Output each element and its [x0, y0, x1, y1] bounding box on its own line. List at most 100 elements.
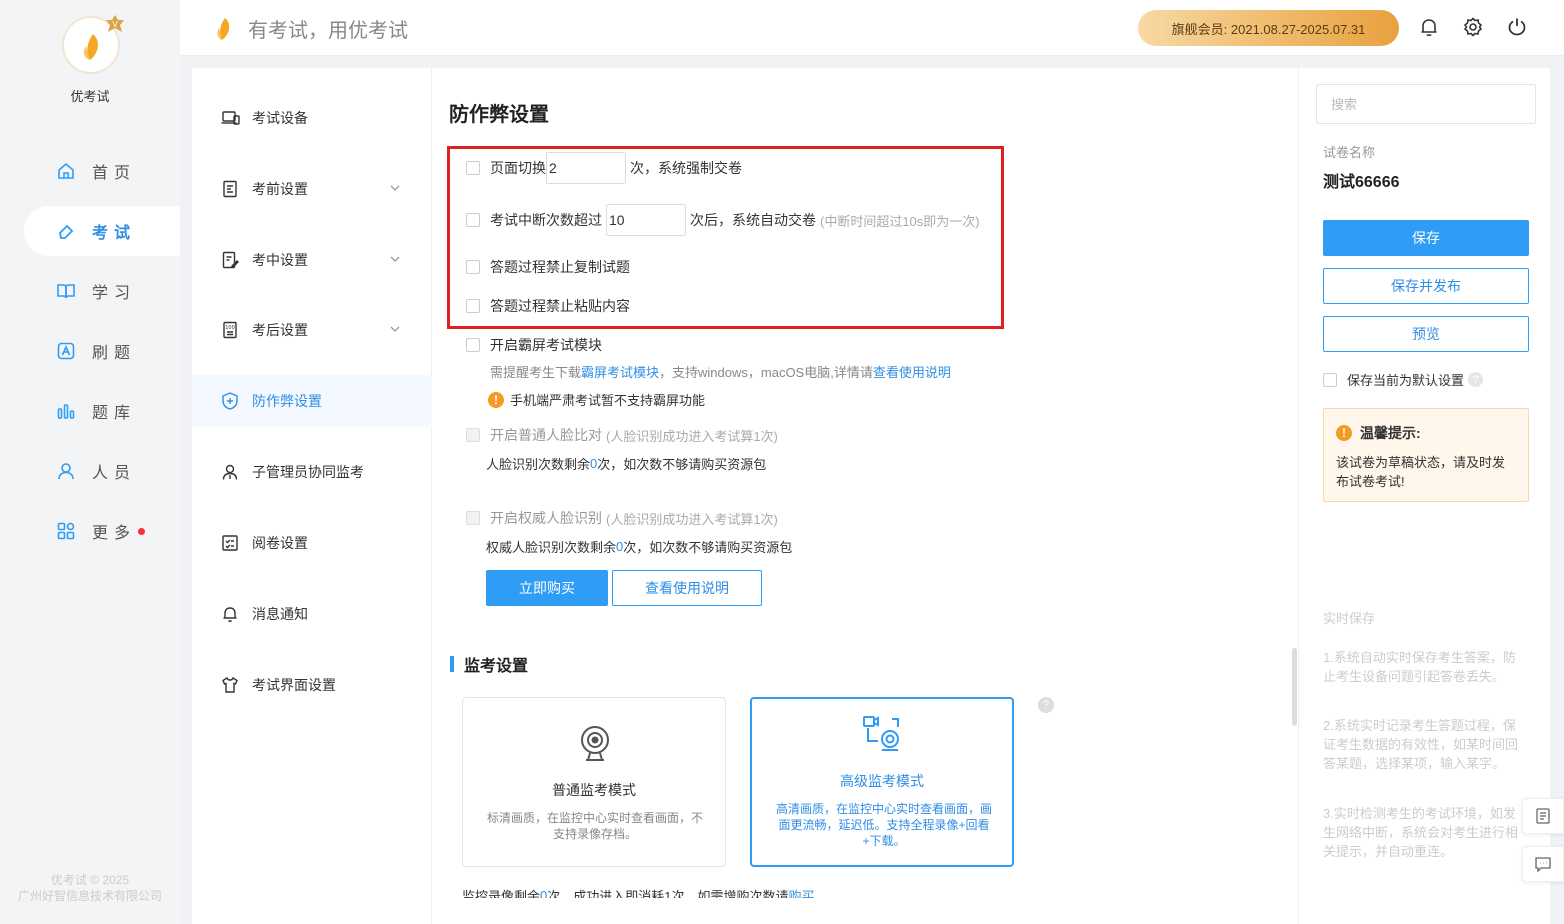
score-sheet-icon: 100	[223, 321, 237, 339]
submenu-ui[interactable]: 考试界面设置	[192, 659, 432, 711]
face-auth-checkbox[interactable]	[466, 511, 480, 525]
preview-button[interactable]: 预览	[1323, 316, 1529, 352]
mode-advanced-desc: 高清画质，在监控中心实时查看画面，画面更流畅，延迟低。支持全程录像+回看+下载。	[775, 802, 992, 848]
app-logo[interactable]: V	[62, 15, 124, 74]
user-group-icon	[222, 464, 238, 480]
face-normal-checkbox[interactable]	[466, 428, 480, 442]
mode-advanced-card[interactable]: 高级监考模式 高清画质，在监控中心实时查看画面，画面更流畅，延迟低。支持全程录像…	[750, 697, 1014, 867]
realtime-title: 实时保存	[1323, 611, 1376, 626]
submenu-device[interactable]: 考试设备	[192, 92, 432, 144]
power-icon[interactable]	[1506, 16, 1528, 38]
save-publish-button[interactable]: 保存并发布	[1323, 268, 1529, 304]
submenu-anticheat[interactable]: 防作弊设置	[192, 375, 432, 427]
float-chat-button[interactable]	[1522, 846, 1564, 882]
page-switch-label: 页面切换	[490, 160, 546, 176]
help-icon[interactable]: ?	[1038, 697, 1054, 713]
interrupt-checkbox[interactable]	[466, 213, 480, 227]
face-auth-remaining: 权威人脸识别次数剩余 0 次，如次数不够请购买资源包	[486, 537, 792, 556]
default-setting-checkbox[interactable]	[1323, 372, 1337, 387]
lockscreen-guide-link[interactable]: 查看使用说明	[873, 362, 951, 381]
help-icon[interactable]: ?	[1468, 372, 1484, 387]
face-auth-hint: (人脸识别成功进入考试算1次)	[606, 511, 778, 527]
nav-home[interactable]: 首页	[24, 146, 180, 196]
letter-a-icon	[57, 342, 75, 360]
right-panel: 试卷名称 测试66666 保存 保存并发布 预览 保存当前为默认设置 ? ! 温…	[1298, 68, 1550, 924]
record-buy-link[interactable]: 购买	[788, 886, 814, 898]
document-icon	[1536, 808, 1550, 824]
page-switch-input[interactable]	[546, 152, 626, 184]
left-nav: V 优考试 首页 考试 学习 刷题 题库 人员 更多 优考试 © 2025 广州…	[0, 0, 180, 924]
chevron-down-icon	[390, 256, 400, 262]
shield-icon	[222, 392, 238, 410]
no-copy-checkbox[interactable]	[466, 260, 480, 274]
interrupt-input[interactable]	[606, 204, 686, 236]
book-icon	[57, 284, 75, 299]
nav-study-label: 学习	[92, 285, 137, 302]
search-input[interactable]	[1316, 84, 1536, 124]
submenu-grading[interactable]: 阅卷设置	[192, 517, 432, 569]
gear-icon[interactable]	[1462, 16, 1484, 38]
mode-advanced-name: 高级监考模式	[840, 773, 924, 789]
lockscreen-checkbox[interactable]	[466, 338, 480, 352]
tip-body: 该试卷为草稿状态，请及时发布试卷考试!	[1336, 455, 1506, 489]
slogan-text: 有考试，用优考试	[248, 20, 408, 42]
edit-doc-icon	[222, 251, 239, 269]
submenu-notify[interactable]: 消息通知	[192, 588, 432, 640]
submenu-post[interactable]: 100 考后设置	[192, 304, 432, 356]
face-auth-row: 开启权威人脸识别 (人脸识别成功进入考试算1次)	[466, 508, 778, 528]
float-doc-button[interactable]	[1522, 798, 1564, 834]
chevron-down-icon	[390, 326, 400, 332]
nav-bank[interactable]: 题库	[24, 386, 180, 436]
nav-study[interactable]: 学习	[24, 266, 180, 316]
warning-icon: !	[488, 391, 504, 408]
copyright: 优考试 © 2025 广州好智信息技术有限公司	[0, 872, 180, 904]
submenu-pre[interactable]: 考前设置	[192, 163, 432, 215]
lockscreen-download-link[interactable]: 霸屏考试模块	[581, 362, 659, 381]
buy-now-button[interactable]: 立即购买	[486, 570, 608, 606]
tip-title: 温馨提示:	[1360, 425, 1421, 441]
bar-chart-icon	[57, 404, 75, 419]
record-value: 0	[540, 888, 548, 898]
face-normal-remaining: 人脸识别次数剩余 0 次，如次数不够请购买资源包	[486, 454, 766, 473]
no-paste-checkbox[interactable]	[466, 299, 480, 313]
nav-exam[interactable]: 考试	[24, 206, 180, 256]
lockscreen-desc-mid: ，支持windows，macOS电脑,详情请	[659, 365, 873, 380]
record-prefix: 监控录像剩余	[462, 889, 541, 898]
content-scrollbar[interactable]	[1292, 648, 1297, 726]
page-title: 防作弊设置	[449, 104, 549, 126]
bell-icon[interactable]	[1418, 16, 1440, 38]
submenu-during[interactable]: 考中设置	[192, 234, 432, 286]
submenu-device-label: 考试设备	[252, 110, 308, 126]
face-auth-label: 开启权威人脸识别	[490, 510, 602, 526]
vip-badge-icon: V	[106, 15, 124, 32]
default-setting-label: 保存当前为默认设置	[1347, 373, 1465, 388]
view-guide-button[interactable]: 查看使用说明	[612, 570, 762, 606]
face-normal-remain-value: 0	[590, 456, 598, 471]
top-bar: 有考试，用优考试 旗舰会员: 2021.08.27-2025.07.31	[180, 0, 1564, 56]
proctor-title-text: 监考设置	[464, 658, 529, 675]
copyright-line1: 优考试 © 2025	[50, 873, 130, 887]
submenu-grading-label: 阅卷设置	[252, 535, 308, 551]
nav-people[interactable]: 人员	[24, 446, 180, 496]
page-switch-checkbox[interactable]	[466, 161, 480, 175]
submenu-subadmin[interactable]: 子管理员协同监考	[192, 446, 432, 498]
nav-more[interactable]: 更多	[24, 506, 180, 556]
face-auth-remain-prefix: 权威人脸识别次数剩余	[486, 540, 617, 555]
settings-submenu: 考试设备 考前设置 考中设置 100 考后设置 防作弊设置 子管理员协同监考 阅…	[192, 68, 432, 924]
interrupt-suffix: 次后，系统自动交卷	[690, 212, 816, 228]
lockscreen-label: 开启霸屏考试模块	[490, 337, 602, 353]
submenu-anticheat-label: 防作弊设置	[252, 393, 322, 409]
face-normal-hint: (人脸识别成功进入考试算1次)	[606, 428, 778, 444]
nav-practice[interactable]: 刷题	[24, 326, 180, 376]
member-badge[interactable]: 旗舰会员: 2021.08.27-2025.07.31	[1138, 10, 1399, 46]
face-auth-remain-value: 0	[616, 539, 624, 554]
webcam-icon	[581, 726, 609, 761]
leaf-logo-icon	[217, 17, 230, 40]
nav-practice-label: 刷题	[92, 345, 137, 362]
mode-normal-card[interactable]: 普通监考模式 标清画质，在监控中心实时查看画面，不支持录像存档。	[462, 697, 726, 867]
leaf-logo-icon	[83, 34, 98, 60]
save-button[interactable]: 保存	[1323, 220, 1529, 256]
checklist-icon	[222, 535, 238, 551]
interrupt-hint: (中断时间超过10s即为一次)	[820, 213, 980, 229]
default-setting-row: 保存当前为默认设置 ?	[1323, 370, 1484, 389]
